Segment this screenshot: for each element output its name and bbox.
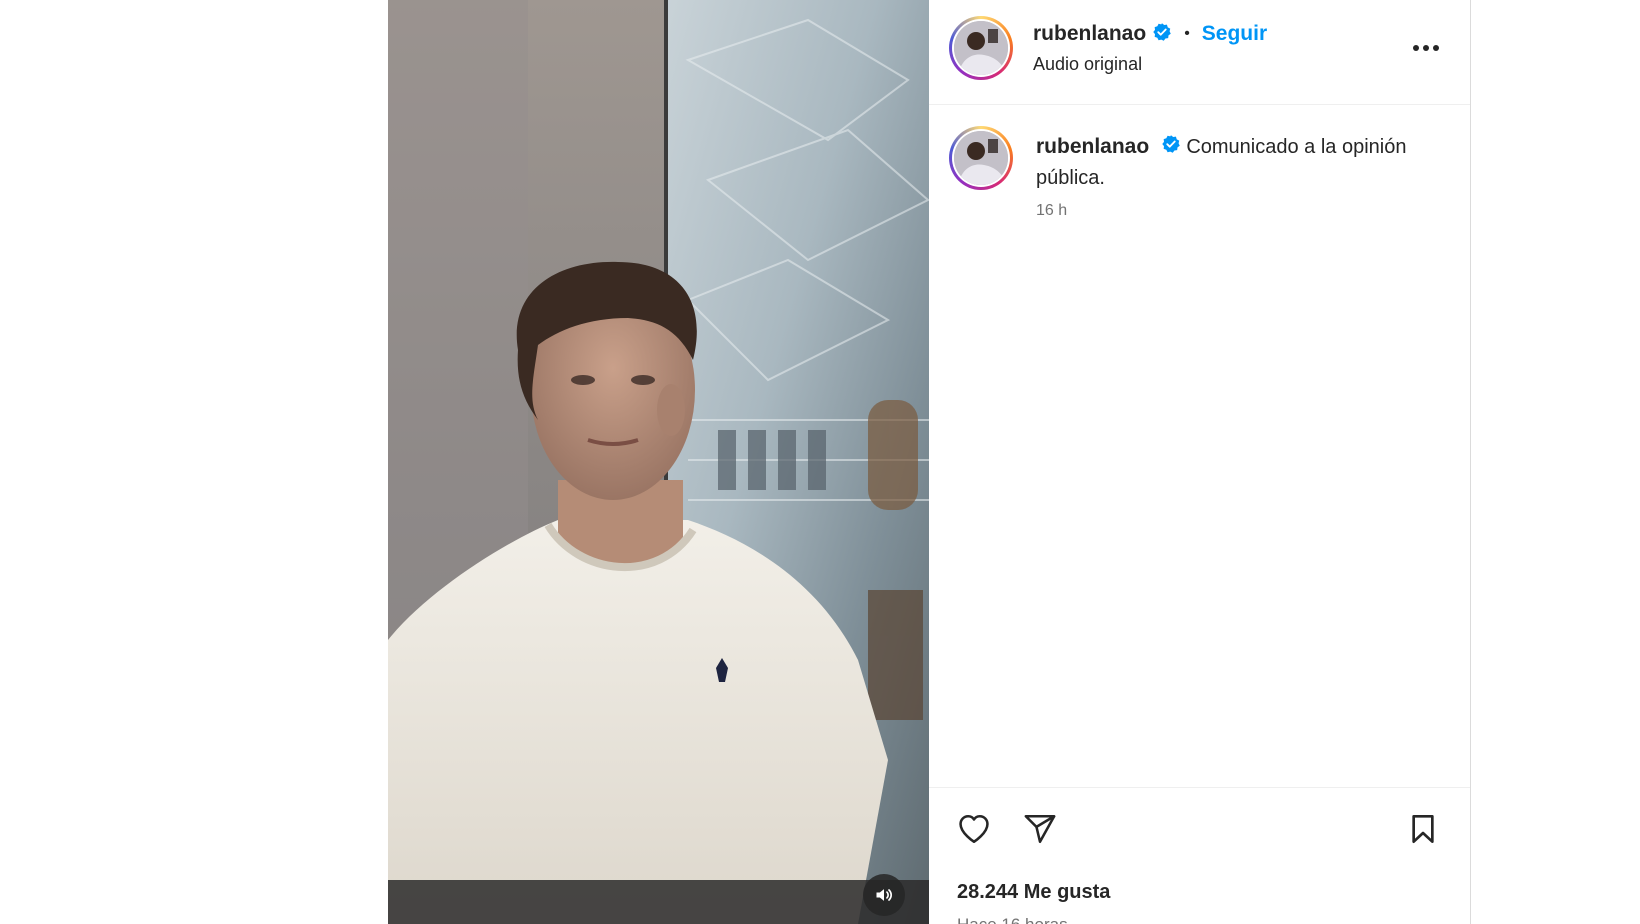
like-button[interactable] (953, 808, 995, 850)
caption-username[interactable]: rubenlanao (1036, 135, 1149, 158)
share-button[interactable] (1019, 808, 1061, 850)
bookmark-icon (1412, 815, 1434, 843)
post-time-ago[interactable]: Hace 16 horas (957, 915, 1068, 924)
verified-badge-icon (1152, 22, 1172, 47)
send-icon (1024, 814, 1056, 844)
follow-button[interactable]: Seguir (1202, 22, 1267, 46)
header-user-line: rubenlanao • Seguir (1033, 20, 1267, 48)
audio-label[interactable]: Audio original (1033, 54, 1142, 75)
more-options-button[interactable] (1408, 30, 1444, 66)
verified-badge-icon (1161, 133, 1181, 163)
video-player[interactable] (388, 0, 929, 924)
post-header: rubenlanao • Seguir Audio original (929, 0, 1470, 105)
separator-dot: • (1184, 25, 1190, 42)
caption-timestamp[interactable]: 16 h (1036, 202, 1067, 220)
speaker-icon (876, 889, 893, 901)
instagram-post-view: rubenlanao • Seguir Audio original ruben… (0, 0, 1640, 924)
post-details-panel: rubenlanao • Seguir Audio original ruben… (929, 0, 1471, 924)
post-caption: rubenlanao Comunicado a la opinión públi… (1036, 132, 1436, 193)
more-options-icon (1413, 45, 1439, 51)
save-button[interactable] (1402, 808, 1444, 850)
video-frame (388, 0, 929, 924)
avatar (954, 131, 1008, 185)
profile-avatar-ring[interactable] (949, 16, 1013, 80)
avatar (954, 21, 1008, 75)
audio-toggle-button[interactable] (863, 874, 905, 916)
likes-count[interactable]: 28.244 Me gusta (957, 881, 1110, 904)
post-actions: 28.244 Me gusta Hace 16 horas (929, 787, 1470, 924)
caption-avatar-ring[interactable] (949, 126, 1013, 190)
heart-icon (959, 814, 989, 844)
header-username[interactable]: rubenlanao (1033, 22, 1146, 46)
